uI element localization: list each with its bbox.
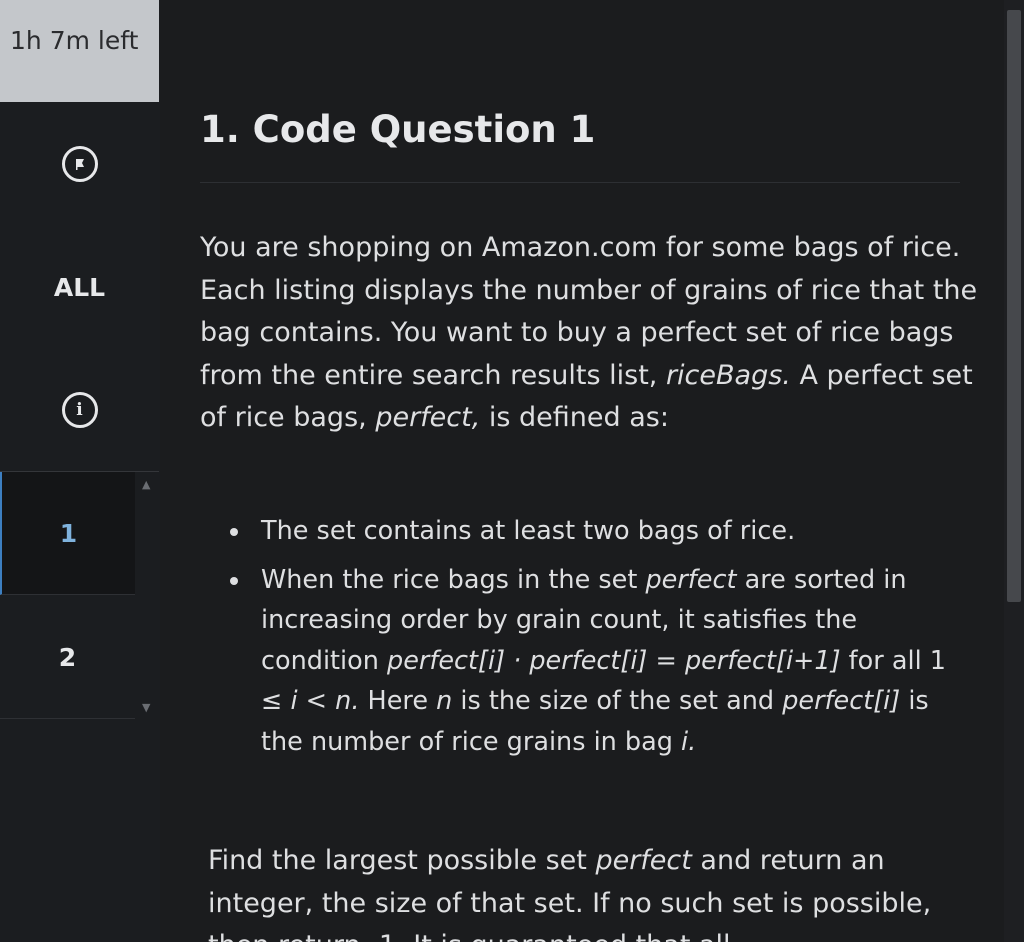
cond2-var-n: n. (335, 686, 360, 716)
cond2-formula: perfect[i] · perfect[i] = perfect[i+1] (387, 645, 841, 676)
assessment-app: 1h 7m left ALL i 1 2 ▲ ▼ 1. Code Questio… (0, 0, 1024, 942)
problem-intro: You are shopping on Amazon.com for some … (200, 227, 980, 440)
cond2-var-i: i (290, 686, 298, 716)
intro-var-ricebags: riceBags. (665, 359, 791, 391)
question-title: 1. Code Question 1 (200, 108, 596, 151)
question-nav-2[interactable]: 2 (0, 596, 135, 719)
cond2-text-5: Here (359, 686, 437, 716)
question-nav-1[interactable]: 1 (0, 472, 135, 595)
info-icon: i (61, 392, 98, 428)
cond2-text-1: When the rice bags in the set (261, 564, 646, 595)
cond2-var-perfect: perfect (645, 564, 737, 595)
find-text-1: Find the largest possible set (208, 845, 596, 876)
cond2-var-i2: i. (681, 726, 697, 757)
info-button[interactable]: i (0, 349, 159, 471)
time-remaining: 1h 7m left (0, 0, 159, 102)
find-var-perfect: perfect (595, 845, 692, 876)
intro-var-perfect: perfect, (375, 402, 481, 433)
cond2-var-perfect-i: perfect[i] (782, 686, 901, 716)
cond2-text-6: is the size of the set and (452, 686, 783, 716)
question-panel: 1. Code Question 1 You are shopping on A… (160, 0, 1004, 942)
condition-2: When the rice bags in the set perfect ar… (230, 560, 970, 763)
flag-glyph-icon (75, 158, 84, 170)
all-questions-button[interactable]: ALL (0, 225, 159, 349)
problem-task: Find the largest possible set perfect an… (208, 840, 988, 942)
question-list: 1 2 ▲ ▼ (0, 471, 159, 722)
flag-icon (61, 145, 98, 182)
title-divider (200, 182, 960, 183)
flag-question-button[interactable] (0, 102, 159, 225)
question-list-scrollbar[interactable]: ▲ ▼ (136, 472, 158, 720)
scroll-up-icon[interactable]: ▲ (142, 478, 150, 491)
condition-1: The set contains at least two bags of ri… (230, 511, 970, 552)
page-scrollbar-thumb[interactable] (1007, 10, 1021, 602)
cond2-text-4: < (297, 686, 336, 716)
cond2-var-n2: n (436, 686, 453, 716)
page-scrollbar[interactable] (1004, 0, 1024, 942)
conditions-list: The set contains at least two bags of ri… (230, 511, 970, 770)
sidebar: 1h 7m left ALL i 1 2 ▲ ▼ (0, 0, 161, 942)
intro-text-3: is defined as: (480, 402, 669, 433)
scroll-down-icon[interactable]: ▼ (142, 701, 150, 714)
